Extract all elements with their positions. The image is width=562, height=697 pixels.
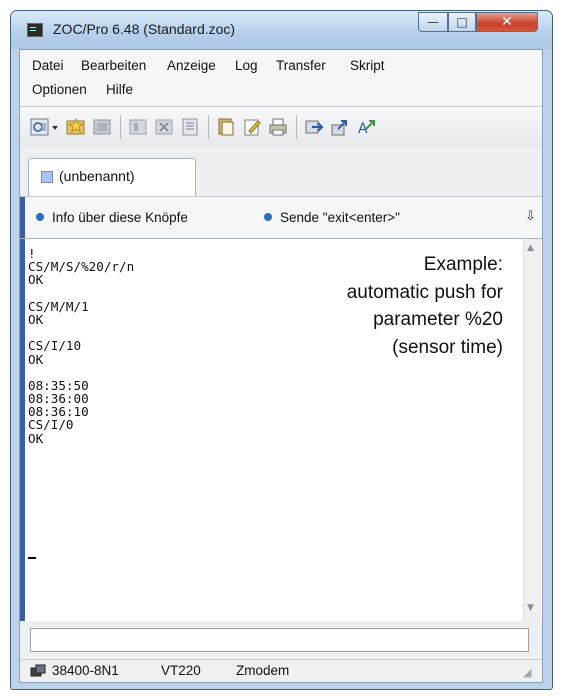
terminal-scrollbar[interactable]: ▲ ▼ xyxy=(523,239,541,621)
terminal-line: CS/I/10 xyxy=(28,338,82,354)
menu-optionen[interactable]: Optionen xyxy=(32,82,87,97)
send-exit-label: Sende "exit<enter>" xyxy=(280,210,400,225)
input-area xyxy=(20,621,542,656)
annotation-line: automatic push for xyxy=(346,281,503,303)
favorites-icon[interactable] xyxy=(66,117,86,137)
terminal-output: ! CS/M/S/%20/r/n OK CS/M/M/1 OK CS/I/10 … xyxy=(28,247,134,445)
record-icon[interactable] xyxy=(128,117,148,137)
window-title: ZOC/Pro 6.48 (Standard.zoc) xyxy=(53,21,236,37)
menu-anzeige[interactable]: Anzeige xyxy=(167,58,216,73)
edit-icon[interactable] xyxy=(242,117,262,137)
connection-icon xyxy=(30,664,46,677)
annotation-line: Example: xyxy=(423,254,503,275)
close-button[interactable]: ✕ xyxy=(476,12,538,32)
scroll-up-icon[interactable]: ▲ xyxy=(527,243,534,253)
menu-datei[interactable]: Datei xyxy=(32,58,64,73)
bullet-icon xyxy=(36,213,44,221)
minimize-button[interactable]: — xyxy=(418,12,448,32)
info-buttons-button[interactable]: Info über diese Knöpfe xyxy=(36,210,188,225)
menu-bar: Datei Bearbeiten Anzeige Log Transfer Sk… xyxy=(20,50,542,106)
toolbar-separator xyxy=(296,115,297,139)
terminal-line: CS/M/M/1 xyxy=(28,298,89,314)
status-emulation[interactable]: VT220 xyxy=(161,663,201,678)
session-icon xyxy=(41,171,53,183)
client-area: Datei Bearbeiten Anzeige Log Transfer Sk… xyxy=(19,49,543,683)
menu-skript[interactable]: Skript xyxy=(350,58,385,73)
bullet-icon xyxy=(264,213,272,221)
button-bar: Info über diese Knöpfe Sende "exit<enter… xyxy=(20,196,542,239)
menu-transfer[interactable]: Transfer xyxy=(276,58,326,73)
send-exit-button[interactable]: Sende "exit<enter>" xyxy=(264,210,400,225)
disconnect-icon[interactable] xyxy=(92,117,112,137)
terminal-view[interactable]: ! CS/M/S/%20/r/n OK CS/M/M/1 OK CS/I/10 … xyxy=(20,238,542,621)
terminal-line: OK xyxy=(28,272,44,288)
terminal-line: OK xyxy=(28,430,44,446)
overflow-icon[interactable]: ⇩ xyxy=(525,209,536,224)
transfer-icon[interactable] xyxy=(304,117,324,137)
tab-label: (unbenannt) xyxy=(59,168,135,184)
scroll-down-icon[interactable]: ▼ xyxy=(527,603,534,613)
script-icon[interactable]: A xyxy=(356,117,376,137)
dropdown-arrow-icon[interactable] xyxy=(50,117,60,137)
copy-icon[interactable] xyxy=(216,117,236,137)
terminal-app-icon xyxy=(27,23,43,37)
toolbar: A xyxy=(20,107,542,147)
new-window-icon[interactable] xyxy=(180,117,200,137)
terminal-cursor xyxy=(28,557,36,559)
title-bar[interactable]: ZOC/Pro 6.48 (Standard.zoc) — □ ✕ xyxy=(11,11,552,49)
status-transfer[interactable]: Zmodem xyxy=(236,663,289,678)
tab-session[interactable]: (unbenannt) xyxy=(28,158,196,196)
toolbar-separator xyxy=(120,115,121,139)
terminal-strip xyxy=(20,239,25,621)
annotation-line: parameter %20 xyxy=(373,309,503,330)
terminal-line: OK xyxy=(28,311,44,327)
toolbar-separator xyxy=(208,115,209,139)
upload-icon[interactable] xyxy=(330,117,350,137)
terminal-line: OK xyxy=(28,351,44,367)
status-bar: 38400-8N1 VT220 Zmodem ◢ xyxy=(20,659,542,682)
menu-hilfe[interactable]: Hilfe xyxy=(106,82,133,97)
terminal-line: CS/M/S/%20/r/n xyxy=(28,259,135,275)
maximize-button[interactable]: □ xyxy=(448,12,476,32)
tab-bar: (unbenannt) xyxy=(20,148,542,196)
example-annotation: Example: automatic push for parameter %2… xyxy=(278,251,503,361)
menu-log[interactable]: Log xyxy=(235,58,258,73)
info-buttons-label: Info über diese Knöpfe xyxy=(52,210,188,225)
button-bar-strip xyxy=(20,197,25,239)
terminal-line: CS/I/0 xyxy=(28,417,74,433)
menu-bearbeiten[interactable]: Bearbeiten xyxy=(81,58,146,73)
status-baud[interactable]: 38400-8N1 xyxy=(52,663,119,678)
print-icon[interactable] xyxy=(268,117,288,137)
clear-icon[interactable] xyxy=(154,117,174,137)
resize-grip-icon[interactable]: ◢ xyxy=(523,666,531,679)
dial-icon[interactable] xyxy=(30,117,50,137)
app-window: ZOC/Pro 6.48 (Standard.zoc) — □ ✕ Datei … xyxy=(10,10,553,690)
command-input[interactable] xyxy=(30,628,529,652)
annotation-line: (sensor time) xyxy=(392,336,503,358)
